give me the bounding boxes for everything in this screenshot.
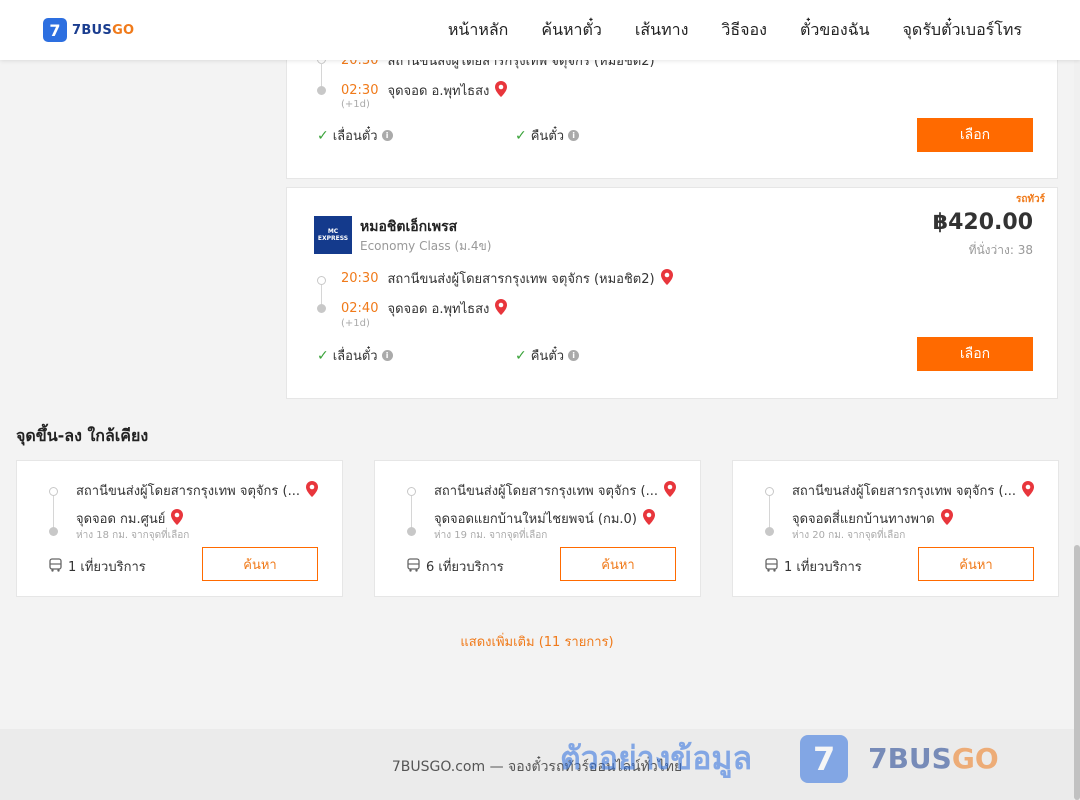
show-more-link[interactable]: แสดงเพิ่มเติม (11 รายการ) (0, 631, 1074, 652)
arrival-time: 02:40 (341, 301, 379, 316)
map-pin-icon[interactable] (663, 480, 676, 501)
watermark-logo-mark: 7 (800, 734, 849, 783)
nearby-card: สถานีขนส่งผู้โดยสารกรุงเทพ จตุจักร (... … (732, 460, 1059, 597)
arrival-row: 02:30 จุดจอด อ.พุทไธสง (341, 80, 508, 101)
timeline-line (411, 496, 412, 528)
arrival-time: 02:30 (341, 83, 379, 98)
main-nav: หน้าหลัก ค้นหาตั๋ว เส้นทาง วิธีจอง ตั๋วข… (415, 0, 1022, 60)
bus-result-card: 20:30 สถานีขนส่งผู้โดยสารกรุงเทพ จตุจักร… (286, 40, 1058, 179)
map-pin-icon[interactable] (940, 508, 953, 529)
feature-refund-ticket: ✓ คืนตั๋ว i (515, 345, 580, 366)
bus-result-card: รถทัวร์ MC EXPRESS หมอชิตเอ็กเพรส Econom… (286, 187, 1058, 399)
search-button[interactable]: ค้นหา (918, 547, 1034, 581)
bus-type-tag: รถทัวร์ (1015, 194, 1045, 205)
operator-logo: MC EXPRESS (314, 216, 352, 254)
timeline-dot-arrival (407, 527, 416, 536)
feature-change-ticket: ✓ เลื่อนตั๋ว i (317, 345, 393, 366)
site-logo[interactable]: 7 7BUSGO (43, 18, 134, 42)
timeline-dot-departure (49, 487, 58, 496)
nearby-trips: 1 เที่ยวบริการ (765, 556, 862, 577)
nearby-trips: 1 เที่ยวบริการ (49, 556, 146, 577)
logo-text: 7BUSGO (72, 22, 135, 38)
watermark-text: ตัวอย่างข้อมูล (560, 739, 753, 777)
timeline-dot-departure (317, 276, 326, 285)
arrival-station: จุดจอด อ.พุทไธสง (387, 84, 490, 99)
map-pin-icon[interactable] (1021, 480, 1034, 501)
feature-refund-ticket: ✓ คืนตั๋ว i (515, 125, 580, 146)
nearby-distance: ห่าง 18 กม. จากจุดที่เลือก (76, 530, 190, 541)
nearby-station: สถานีขนส่งผู้โดยสารกรุงเทพ จตุจักร (... (792, 480, 1034, 501)
logo-mark: 7 (43, 18, 67, 42)
scrollbar-thumb[interactable] (1074, 545, 1080, 800)
timeline-dot-arrival (317, 304, 326, 313)
operator-name: หมอชิตเอ็กเพรส (360, 219, 458, 235)
search-button[interactable]: ค้นหา (560, 547, 676, 581)
map-pin-icon[interactable] (495, 298, 508, 319)
feature-change-ticket: ✓ เลื่อนตั๋ว i (317, 125, 393, 146)
timeline-dot-arrival (49, 527, 58, 536)
check-icon: ✓ (317, 347, 329, 364)
bus-icon (765, 557, 778, 576)
map-pin-icon[interactable] (171, 508, 184, 529)
check-icon: ✓ (515, 347, 527, 364)
map-pin-icon[interactable] (495, 80, 508, 101)
nav-search-ticket[interactable]: ค้นหาตั๋ว (541, 18, 602, 43)
bus-icon (49, 557, 62, 576)
nearby-station: สถานีขนส่งผู้โดยสารกรุงเทพ จตุจักร (... (434, 480, 676, 501)
departure-row: 20:30 สถานีขนส่งผู้โดยสารกรุงเทพ จตุจักร… (341, 268, 673, 289)
nearby-drop-point: จุดจอดสี่แยกบ้านทางพาด (792, 508, 953, 529)
info-icon[interactable]: i (381, 350, 393, 361)
nav-pickup-points[interactable]: จุดรับตั๋วเบอร์โทร (903, 18, 1022, 43)
seats-available: ที่นั่งว่าง: 38 (968, 243, 1033, 257)
info-icon[interactable]: i (381, 130, 393, 141)
info-icon[interactable]: i (568, 130, 580, 141)
nav-how-to-book[interactable]: วิธีจอง (721, 18, 767, 43)
map-pin-icon[interactable] (305, 480, 318, 501)
nearby-drop-point: จุดจอด กม.ศูนย์ (76, 508, 184, 529)
nearby-distance: ห่าง 20 กม. จากจุดที่เลือก (792, 530, 906, 541)
timeline-dot-departure (765, 487, 774, 496)
nearby-drop-point: จุดจอดแยกบ้านใหม่ไชยพจน์ (กม.0) (434, 508, 655, 529)
check-icon: ✓ (317, 127, 329, 144)
timeline-line (53, 496, 54, 528)
nav-home[interactable]: หน้าหลัก (448, 18, 509, 43)
nearby-card: สถานีขนส่งผู้โดยสารกรุงเทพ จตุจักร (... … (374, 460, 701, 597)
timeline-dot-arrival (317, 86, 326, 95)
info-icon[interactable]: i (568, 350, 580, 361)
top-header: 7 7BUSGO หน้าหลัก ค้นหาตั๋ว เส้นทาง วิธี… (0, 0, 1080, 60)
nav-my-tickets[interactable]: ตั๋วของฉัน (800, 18, 870, 43)
next-day-label: (+1d) (341, 99, 370, 110)
map-pin-icon[interactable] (660, 268, 673, 289)
next-day-label: (+1d) (341, 318, 370, 329)
check-icon: ✓ (515, 127, 527, 144)
nearby-section-title: จุดขึ้น-ลง ใกล้เคียง (16, 426, 149, 445)
timeline-dot-departure (407, 487, 416, 496)
map-pin-icon[interactable] (642, 508, 655, 529)
nearby-distance: ห่าง 19 กม. จากจุดที่เลือก (434, 530, 548, 541)
timeline-dot-arrival (765, 527, 774, 536)
departure-station: สถานีขนส่งผู้โดยสารกรุงเทพ จตุจักร (หมอช… (387, 272, 655, 287)
nav-routes[interactable]: เส้นทาง (635, 18, 689, 43)
arrival-station: จุดจอด อ.พุทไธสง (387, 302, 490, 317)
search-button[interactable]: ค้นหา (202, 547, 318, 581)
arrival-row: 02:40 จุดจอด อ.พุทไธสง (341, 298, 508, 319)
bus-icon (407, 557, 420, 576)
watermark: ตัวอย่างข้อมูล 7 7BUSGO (560, 733, 999, 784)
nearby-trips: 6 เที่ยวบริการ (407, 556, 504, 577)
nearby-station: สถานีขนส่งผู้โดยสารกรุงเทพ จตุจักร (... (76, 480, 318, 501)
departure-time: 20:30 (341, 271, 379, 286)
nearby-card: สถานีขนส่งผู้โดยสารกรุงเทพ จตุจักร (... … (16, 460, 343, 597)
select-button[interactable]: เลือก (917, 337, 1033, 371)
ticket-price: ฿420.00 (932, 210, 1033, 235)
timeline-line (321, 63, 322, 87)
select-button[interactable]: เลือก (917, 118, 1033, 152)
bus-class: Economy Class (ม.4ข) (360, 239, 492, 253)
timeline-line (769, 496, 770, 528)
watermark-logo: 7BUSGO (868, 742, 999, 775)
